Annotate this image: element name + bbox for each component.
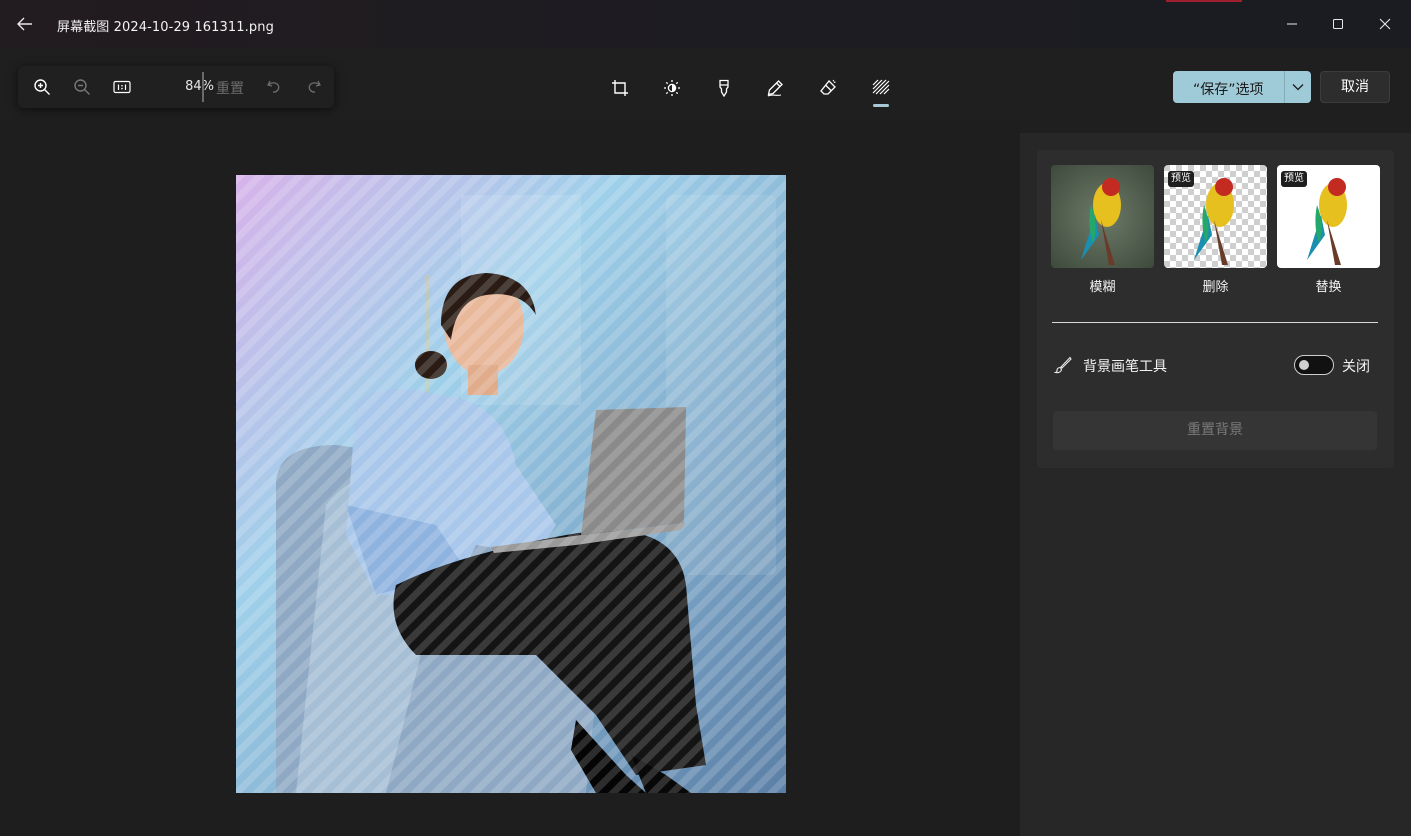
close-button[interactable]	[1362, 0, 1408, 48]
erase-icon	[820, 79, 836, 95]
back-arrow-icon	[17, 17, 32, 31]
replace-option[interactable]: 预览	[1277, 165, 1380, 268]
zoom-out-button[interactable]	[70, 75, 94, 99]
back-button[interactable]	[12, 12, 38, 36]
brightness-icon	[664, 80, 680, 96]
actual-size-button[interactable]	[110, 75, 134, 99]
blur-option[interactable]	[1051, 165, 1154, 268]
crop-tool[interactable]	[606, 74, 634, 102]
title-accent-bar	[1166, 0, 1242, 2]
remove-option[interactable]: 预览	[1164, 165, 1267, 268]
title-bar: 屏幕截图 2024-10-29 161311.png	[0, 0, 1411, 48]
edited-photo[interactable]	[236, 175, 786, 793]
cancel-button[interactable]: 取消	[1320, 71, 1390, 103]
redo-button[interactable]	[302, 75, 326, 99]
preview-badge: 预览	[1281, 171, 1307, 187]
preview-badge: 预览	[1168, 171, 1194, 187]
remove-option-label: 删除	[1202, 280, 1229, 295]
redo-icon	[308, 80, 321, 93]
undo-button[interactable]	[262, 75, 286, 99]
close-icon	[1379, 18, 1391, 30]
undo-icon	[267, 80, 280, 93]
panel-divider	[1052, 322, 1378, 323]
save-dropdown-toggle[interactable]	[1287, 77, 1309, 97]
minimize-icon	[1287, 23, 1297, 25]
actual-size-icon	[113, 80, 131, 94]
background-brush-label: 背景画笔工具	[1083, 359, 1167, 375]
zoom-out-icon	[74, 79, 90, 95]
minimize-button[interactable]	[1269, 0, 1315, 48]
maximize-icon	[1333, 19, 1343, 29]
toggle-state-label: 关闭	[1342, 359, 1370, 375]
replace-option-label: 替换	[1315, 280, 1342, 295]
reset-background-button[interactable]: 重置背景	[1053, 411, 1377, 450]
adjust-tool[interactable]	[658, 74, 686, 102]
zoom-percentage[interactable]: 84%	[168, 79, 214, 94]
maximize-button[interactable]	[1315, 0, 1361, 48]
save-split-divider	[1284, 71, 1285, 103]
pen-icon	[767, 80, 783, 97]
marker-icon	[719, 79, 729, 97]
erase-tool[interactable]	[814, 74, 842, 102]
zoombar-divider	[202, 72, 204, 102]
save-options-label: “保存”选项	[1193, 82, 1264, 98]
photo-illustration	[236, 175, 786, 793]
zoom-in-button[interactable]	[30, 75, 54, 99]
background-tool[interactable]	[867, 74, 895, 102]
zoom-in-icon	[34, 79, 50, 95]
reset-zoom-button[interactable]: 重置	[216, 78, 244, 98]
crop-icon	[612, 80, 628, 96]
blur-option-label: 模糊	[1089, 280, 1116, 295]
active-tool-indicator	[873, 104, 889, 107]
toggle-knob	[1299, 360, 1309, 370]
background-icon	[872, 79, 890, 95]
background-brush-toggle[interactable]	[1294, 355, 1334, 375]
markup-tool[interactable]	[710, 74, 738, 102]
window-title: 屏幕截图 2024-10-29 161311.png	[57, 20, 274, 35]
parrot-blur-thumbnail	[1051, 165, 1154, 268]
zoom-toolbar: 84% 重置	[18, 66, 334, 108]
draw-tool[interactable]	[761, 74, 789, 102]
brush-icon	[1054, 356, 1072, 374]
save-options-button[interactable]: “保存”选项	[1173, 71, 1311, 103]
chevron-down-icon	[1292, 84, 1304, 91]
